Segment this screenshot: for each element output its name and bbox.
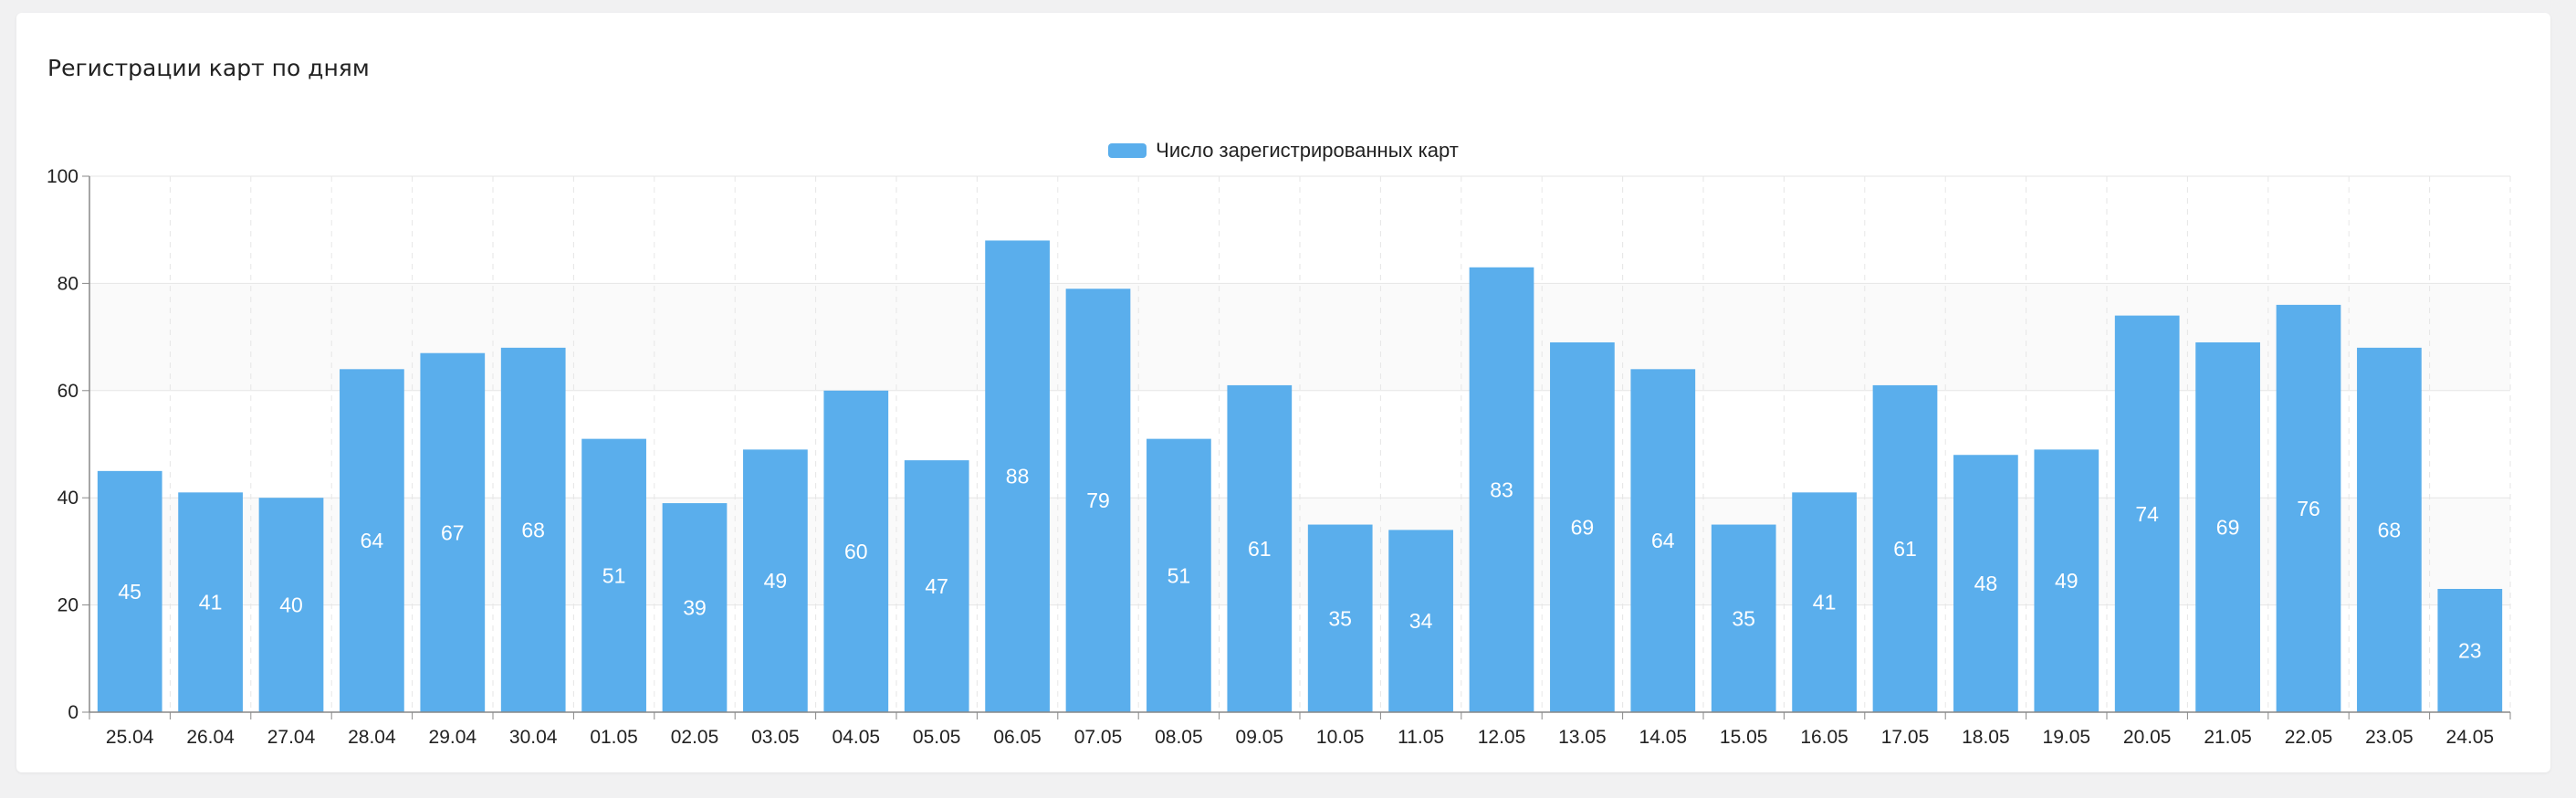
bar-value-label: 79 <box>1086 488 1110 512</box>
bar-value-label: 48 <box>1974 572 1998 595</box>
bar-value-label: 35 <box>1328 606 1352 630</box>
bar-value-label: 74 <box>2135 502 2159 526</box>
bar-chart: 0 20 40 60 80 100 45 25.04 41 26.04 40 27.04 64 28.04… <box>47 166 2511 748</box>
x-tick-label: 16.05 <box>1800 727 1848 748</box>
x-tick-label: 05.05 <box>913 727 961 748</box>
x-tick-label: 02.05 <box>671 727 719 748</box>
bar-value-label: 69 <box>1571 515 1595 539</box>
bar-value-label: 39 <box>683 596 707 620</box>
x-tick-label: 15.05 <box>1720 727 1768 748</box>
x-tick-label: 21.05 <box>2204 727 2252 748</box>
bar-value-label: 41 <box>199 591 223 614</box>
bar-value-label: 61 <box>1248 537 1272 561</box>
x-tick-label: 27.04 <box>267 727 316 748</box>
bar-value-label: 61 <box>1893 537 1917 561</box>
x-tick-label: 14.05 <box>1639 727 1688 748</box>
x-tick-label: 20.05 <box>2123 727 2172 748</box>
bar-value-label: 41 <box>1813 591 1837 614</box>
bar-value-label: 51 <box>1168 563 1191 587</box>
bar-value-label: 60 <box>844 540 868 563</box>
x-tick-label: 19.05 <box>2043 727 2091 748</box>
x-tick-label: 04.05 <box>832 727 881 748</box>
chart-card: Регистрации карт по дням Число зарегистр… <box>16 13 2550 772</box>
y-tick-label: 60 <box>58 381 79 402</box>
y-tick-label: 20 <box>58 595 79 616</box>
bar-value-label: 23 <box>2458 638 2482 662</box>
bar-value-label: 40 <box>279 593 303 617</box>
x-tick-label: 06.05 <box>993 727 1042 748</box>
bar-value-label: 51 <box>602 563 626 587</box>
y-tick-label: 80 <box>58 273 79 294</box>
x-tick-label: 22.05 <box>2285 727 2333 748</box>
x-tick-label: 03.05 <box>751 727 800 748</box>
x-tick-label: 24.05 <box>2446 727 2495 748</box>
x-tick-label: 08.05 <box>1155 727 1203 748</box>
x-tick-label: 13.05 <box>1558 727 1607 748</box>
x-tick-label: 28.04 <box>348 727 396 748</box>
bar-value-label: 88 <box>1006 465 1030 488</box>
bar-value-label: 64 <box>361 529 384 552</box>
y-tick-label: 0 <box>68 702 79 723</box>
bar-value-label: 35 <box>1732 606 1755 630</box>
x-tick-label: 26.04 <box>186 727 235 748</box>
x-tick-label: 23.05 <box>2365 727 2414 748</box>
x-tick-label: 17.05 <box>1881 727 1930 748</box>
x-tick-label: 25.04 <box>106 727 154 748</box>
bar-value-label: 64 <box>1651 529 1675 552</box>
bar-value-label: 83 <box>1490 478 1513 501</box>
bar-value-label: 68 <box>2378 518 2402 541</box>
x-tick-label: 09.05 <box>1236 727 1284 748</box>
bar-value-label: 76 <box>2297 497 2320 520</box>
x-tick-label: 01.05 <box>590 727 638 748</box>
bar-value-label: 49 <box>2055 569 2079 593</box>
bar-value-label: 47 <box>925 574 948 598</box>
bar-value-label: 68 <box>521 518 545 541</box>
y-tick-label: 40 <box>58 488 79 509</box>
x-tick-label: 12.05 <box>1478 727 1526 748</box>
y-tick-label: 100 <box>47 166 79 187</box>
bar-value-label: 34 <box>1409 609 1433 633</box>
x-tick-label: 29.04 <box>429 727 477 748</box>
bar-value-label: 49 <box>764 569 788 593</box>
x-tick-label: 10.05 <box>1316 727 1365 748</box>
x-tick-label: 18.05 <box>1962 727 2010 748</box>
x-tick-label: 11.05 <box>1398 727 1444 748</box>
bar-value-label: 67 <box>441 520 465 544</box>
x-tick-label: 30.04 <box>509 727 558 748</box>
bar-value-label: 69 <box>2216 515 2240 539</box>
x-tick-label: 07.05 <box>1074 727 1123 748</box>
bar-value-label: 45 <box>118 580 141 604</box>
